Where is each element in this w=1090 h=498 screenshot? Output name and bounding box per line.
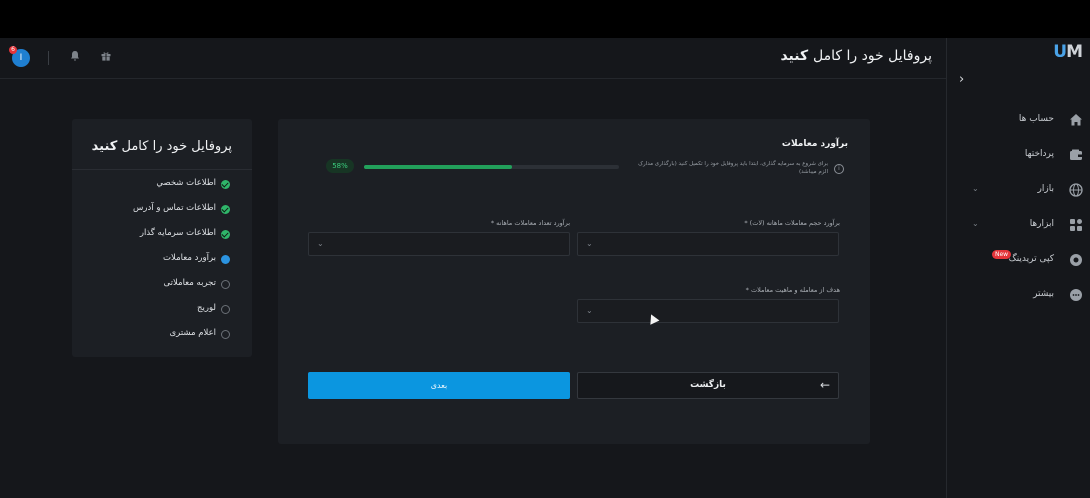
progress-fill [364,165,512,169]
chevron-down-icon: ⌄ [586,239,593,248]
trade-purpose-label: هدف از معامله و ماهیت معاملات * [745,286,840,294]
trade-estimate-form: برآورد معاملات i برای شروع به سرمایه گذا… [278,119,870,444]
step-label: لوریج [197,303,216,313]
trade-purpose-select[interactable]: ⌄ [577,299,839,323]
profile-steps-card: پروفایل خود را کامل کنید اطلاعات شخصي اط… [72,119,252,357]
steps-divider [72,169,252,170]
chevron-down-icon: ⌄ [586,306,593,315]
back-button-label: بازگشت [690,380,726,390]
sidebar-item-label: حساب ها [1018,114,1054,124]
step-label: اطلاعات سرمایه گذار [139,228,216,238]
new-badge: New [992,250,1012,259]
chevron-down-icon: ⌄ [317,239,324,248]
progress-percent: 58% [326,159,354,173]
arrow-left-icon: ← [819,378,830,392]
empty-circle-icon [221,330,230,339]
sidebar-item-label: پرداختها [1024,149,1054,159]
monthly-count-label: برآورد تعداد معاملات ماهانه * [490,219,570,227]
avatar-letter: I [19,53,23,63]
step-label: اطلاعات تماس و آدرس [133,203,216,213]
back-button[interactable]: بازگشت ← [577,372,839,399]
sidebar-item-label: بازار [1037,184,1054,194]
monthly-count-select[interactable]: ⌄ [308,232,570,256]
header-divider [48,51,49,65]
info-text: برای شروع به سرمایه گذاری، ابتدا باید پر… [638,161,828,175]
step-label: برآورد معاملات [163,253,216,263]
step-label: اطلاعات شخصي [156,178,216,188]
active-step-icon [221,255,230,264]
empty-circle-icon [221,305,230,314]
next-button[interactable]: بعدی [308,372,570,399]
copy-trading-icon [1068,252,1084,268]
more-icon [1068,287,1084,303]
monthly-volume-select[interactable]: ⌄ [577,232,839,256]
wallet-icon [1068,147,1084,163]
sidebar-item-label: بیشتر [1033,289,1054,299]
page-title: پروفایل خود را کامل کنید [780,48,932,64]
sidebar: UM › حساب ها پرداختها بازار ⌄ ابزارها ⌄ … [946,38,1090,498]
app-window: پروفایل خود را کامل کنید I 6 UM › حساب ه… [0,38,1090,498]
home-icon [1068,112,1084,128]
form-title: برآورد معاملات [781,139,848,149]
avatar-notification-badge: 6 [9,46,17,54]
sidebar-item-payments[interactable]: پرداختها [946,143,1090,169]
gift-icon[interactable] [99,50,113,64]
bell-icon[interactable] [68,50,82,64]
step-label: اعلام مشتری [169,328,216,338]
avatar-badge-count: 6 [11,46,15,53]
sidebar-item-copy-trading[interactable]: کپی تریدینگ New [946,248,1090,274]
sidebar-item-accounts[interactable]: حساب ها [946,108,1090,134]
chevron-down-icon[interactable]: ⌄ [972,184,979,193]
chevron-down-icon[interactable]: ⌄ [972,219,979,228]
brand-logo[interactable]: UM [1053,42,1083,62]
check-icon [221,205,230,214]
empty-circle-icon [221,280,230,289]
top-letterbox [0,0,1090,38]
check-icon [221,180,230,189]
check-icon [221,230,230,239]
top-header: پروفایل خود را کامل کنید I 6 [0,38,946,79]
info-icon: i [834,164,844,174]
tools-icon [1068,217,1084,233]
sidebar-item-market[interactable]: بازار ⌄ [946,178,1090,204]
step-label: تجربه معاملاتی [163,278,217,288]
sidebar-item-more[interactable]: بیشتر [946,283,1090,309]
logo-m: M [1066,42,1083,62]
sidebar-item-label: کپی تریدینگ [1008,254,1054,264]
sidebar-item-tools[interactable]: ابزارها ⌄ [946,213,1090,239]
progress-bar [364,165,619,169]
globe-icon [1068,182,1084,198]
sidebar-item-label: ابزارها [1029,219,1054,229]
logo-u: U [1053,42,1067,62]
steps-title: پروفایل خود را کامل کنید [91,139,232,154]
chevron-right-icon[interactable]: › [959,72,964,87]
monthly-volume-label: برآورد حجم معاملات ماهانه (لات) * [744,219,840,227]
